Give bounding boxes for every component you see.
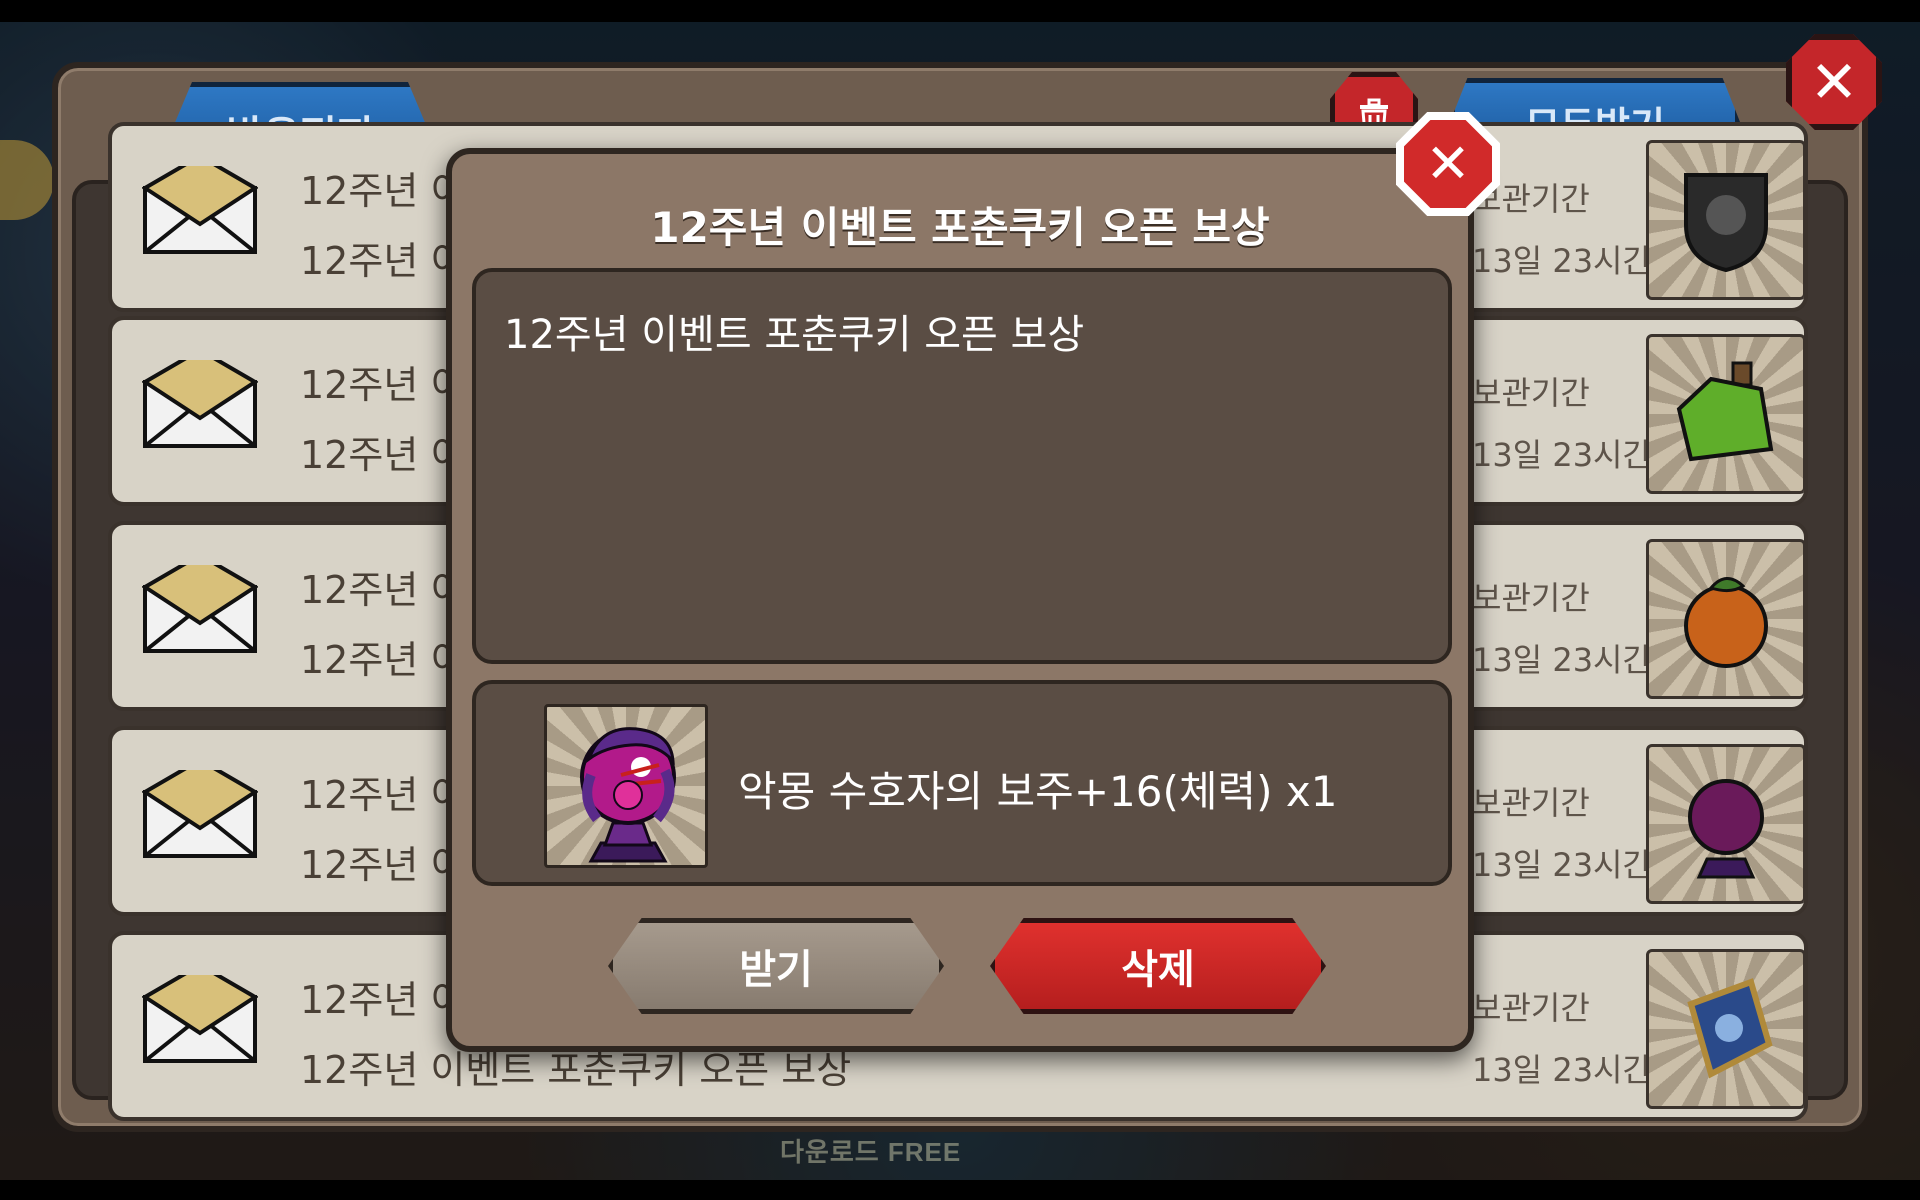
envelope-icon: [141, 347, 259, 450]
delete-button-label: 삭제: [1121, 947, 1195, 993]
mail-item-thumbnail: [1646, 539, 1804, 699]
envelope-icon: [141, 153, 259, 256]
mail-item-thumbnail: [1646, 949, 1804, 1109]
delete-button[interactable]: 삭제: [990, 918, 1326, 1014]
mail-item-thumbnail: [1646, 334, 1804, 494]
envelope-icon: [141, 552, 259, 655]
purple-orb-icon: [1671, 769, 1781, 879]
shield-emblem-icon: [1671, 165, 1781, 275]
framed-crystal-icon: [1671, 974, 1781, 1084]
popup-message-box: 12주년 이벤트 포춘쿠키 오픈 보상: [472, 268, 1452, 664]
popup-title: 12주년 이벤트 포춘쿠키 오픈 보상: [650, 203, 1270, 252]
reward-item-thumbnail: [544, 704, 708, 868]
reward-box: 악몽 수호자의 보주+16(체력) x1: [472, 680, 1452, 886]
orange-fruit-icon: [1671, 564, 1781, 674]
nightmare-guardian-orb-icon: [580, 727, 676, 863]
mail-item-thumbnail: [1646, 140, 1804, 300]
close-mailbox-button[interactable]: ✕: [1786, 34, 1882, 130]
mail-item-thumbnail: [1646, 744, 1804, 904]
receive-button[interactable]: 받기: [608, 918, 944, 1014]
mail-expire-label: 보관기간: [1472, 784, 1590, 822]
mail-expire-label: 보관기간: [1472, 579, 1590, 617]
close-icon: ✕: [1809, 48, 1859, 116]
background-footer-tag: 다운로드 FREE: [780, 1137, 962, 1167]
close-icon: ✕: [1425, 132, 1471, 195]
green-potion-icon: [1671, 359, 1781, 469]
mail-expire-label: 보관기간: [1472, 989, 1590, 1027]
receive-button-label: 받기: [739, 947, 813, 993]
envelope-icon: [141, 757, 259, 860]
mail-expire-label: 보관기간: [1472, 374, 1590, 412]
reward-text: 악몽 수호자의 보주+16(체력) x1: [738, 767, 1338, 816]
mail-detail-popup: 12주년 이벤트 포춘쿠키 오픈 보상 12주년 이벤트 포춘쿠키 오픈 보상 …: [446, 148, 1474, 1052]
popup-message: 12주년 이벤트 포춘쿠키 오픈 보상: [504, 312, 1085, 358]
envelope-icon: [141, 962, 259, 1065]
